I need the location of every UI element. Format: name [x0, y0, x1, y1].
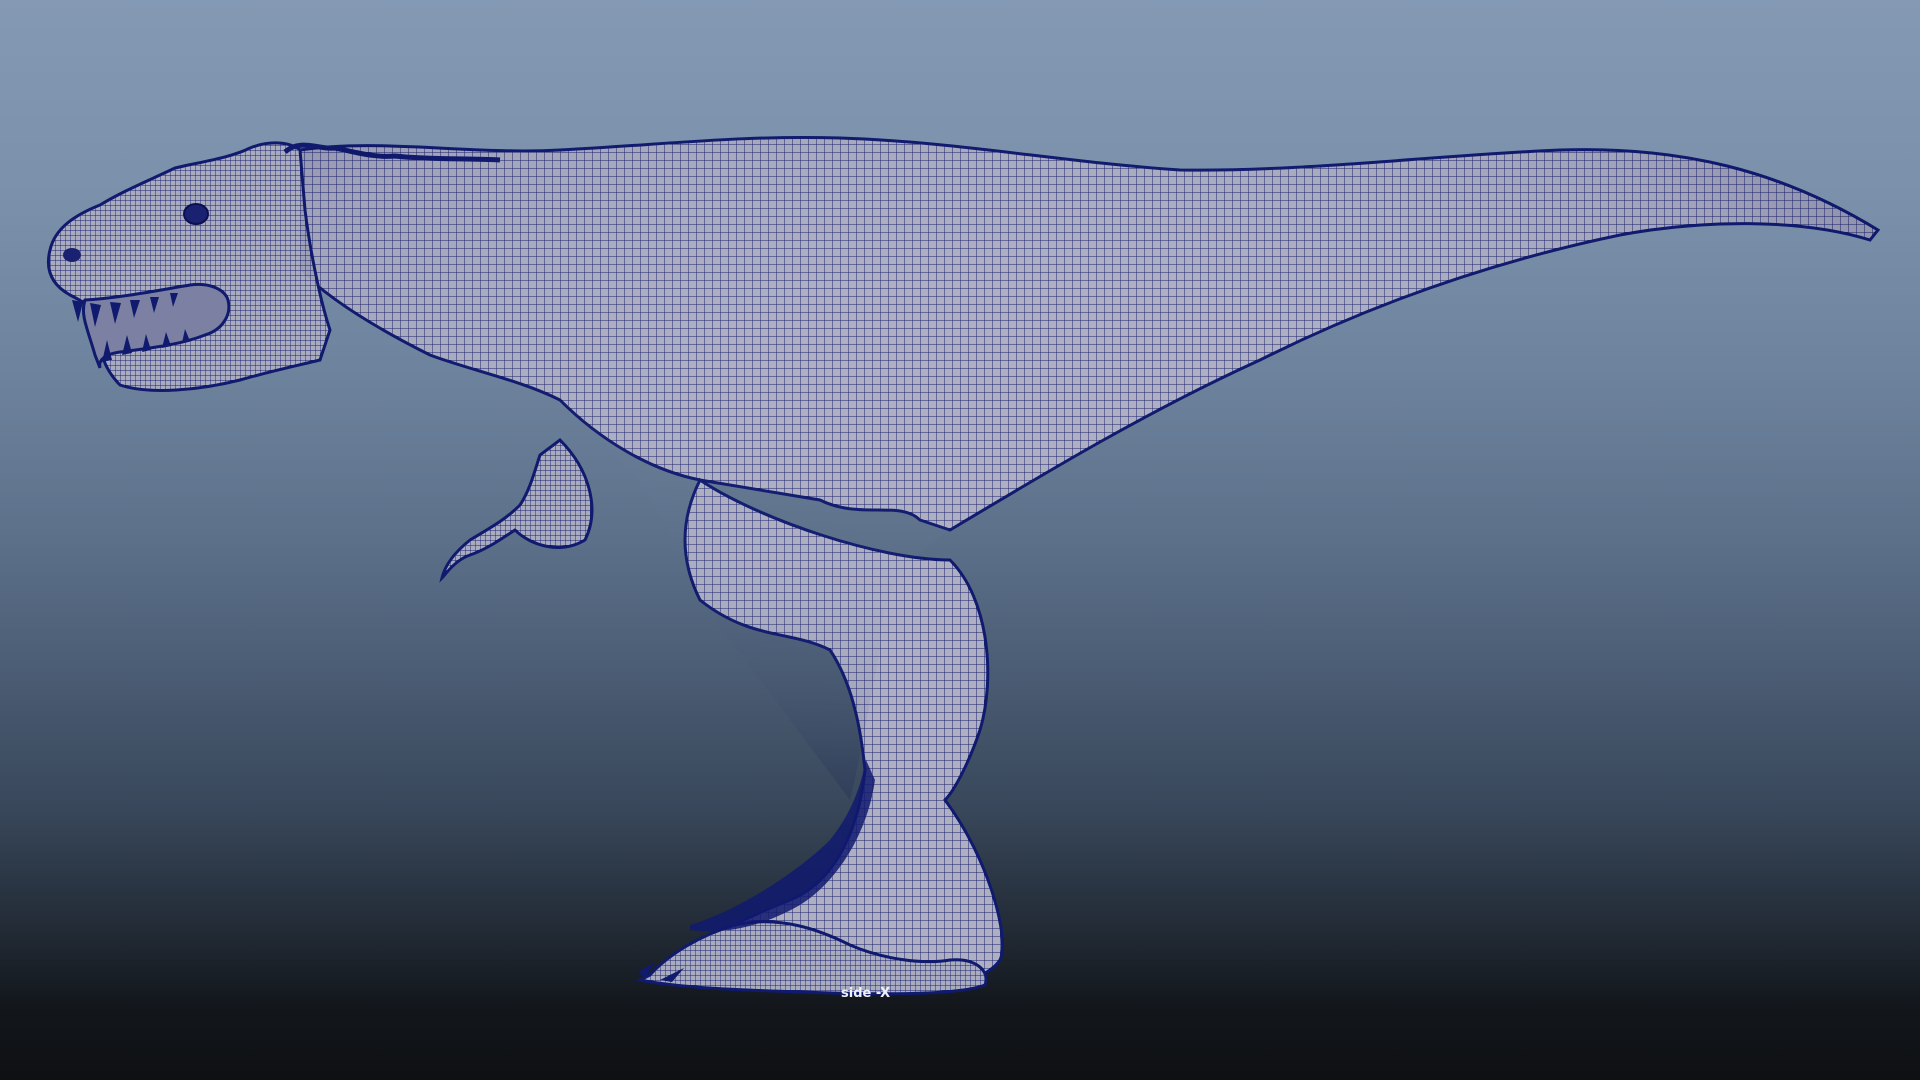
- eye[interactable]: [183, 203, 209, 225]
- trex-wireframe-model[interactable]: [0, 0, 1920, 1080]
- nostril[interactable]: [63, 248, 81, 262]
- camera-view-label: side -X: [841, 986, 891, 1001]
- arm-mesh[interactable]: [439, 438, 594, 583]
- 3d-viewport-side-view[interactable]: side -X: [0, 0, 1920, 1080]
- head-mesh[interactable]: [46, 141, 332, 392]
